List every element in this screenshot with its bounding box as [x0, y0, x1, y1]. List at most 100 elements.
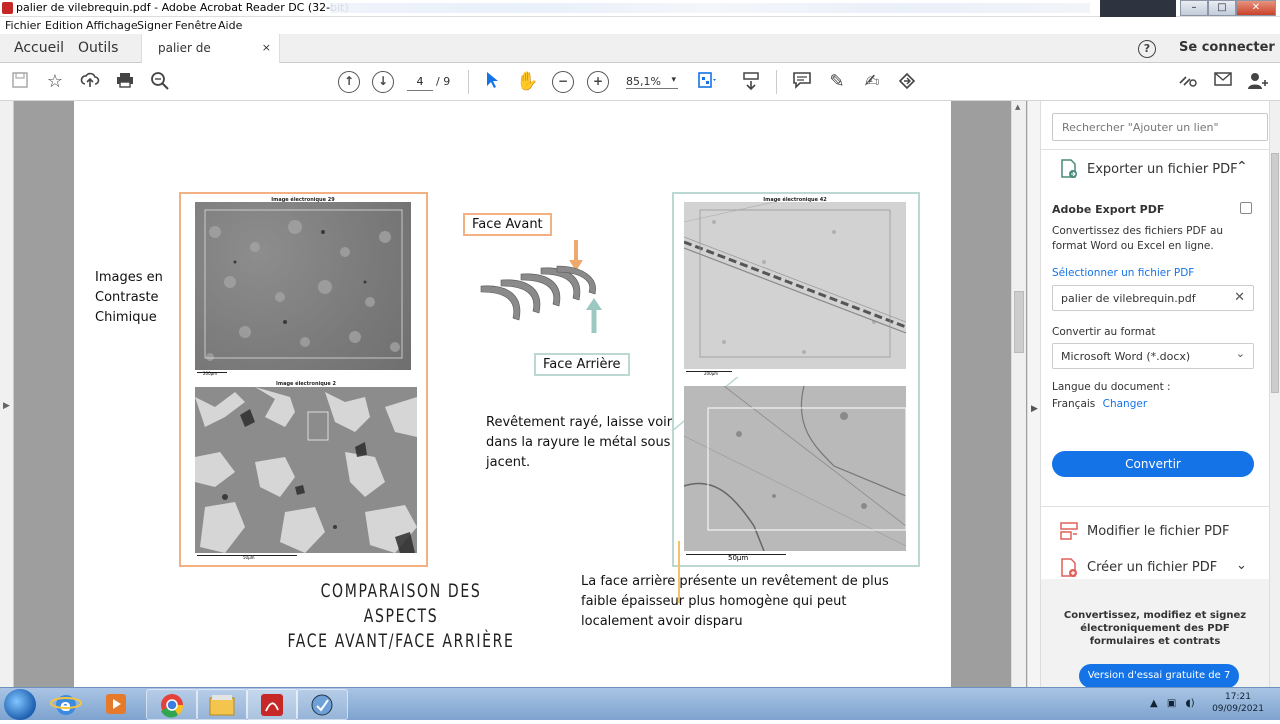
- system-tray[interactable]: ▲ ▣ ◖): [1150, 698, 1195, 709]
- tools-pane-scrollbar-thumb[interactable]: [1271, 153, 1279, 393]
- scroll-mode-icon[interactable]: [740, 71, 762, 93]
- language-row: Français Changer: [1052, 397, 1147, 412]
- add-user-icon[interactable]: [1247, 71, 1269, 93]
- copy-icon[interactable]: [1240, 202, 1252, 214]
- revetement-annotation: Revêtement rayé, laisse voir dans la ray…: [486, 415, 673, 470]
- tab-document[interactable]: palier de vilebrequi... ×: [141, 34, 280, 83]
- email-icon[interactable]: [1212, 71, 1234, 93]
- toolbar-divider: [776, 70, 777, 94]
- cloud-upload-icon[interactable]: [79, 71, 101, 93]
- menu-edition[interactable]: Edition: [45, 19, 83, 32]
- zoom-in-icon[interactable]: +: [587, 71, 609, 93]
- search-icon[interactable]: [149, 71, 171, 93]
- tools-pane-scrollbar[interactable]: [1269, 101, 1280, 687]
- tools-search-input[interactable]: Rechercher "Ajouter un lien": [1052, 113, 1268, 141]
- chevron-down-icon: ▾: [671, 75, 676, 85]
- chevron-up-icon[interactable]: ⌃: [1236, 159, 1248, 175]
- close-window-button[interactable]: ✕: [1236, 0, 1276, 16]
- previous-page-icon[interactable]: ↑: [338, 71, 360, 93]
- zoom-level-value: 85,1%: [626, 75, 661, 88]
- scale-bar-strip: 200µm: [684, 369, 906, 377]
- taskbar-preview-strip: [1100, 0, 1176, 17]
- acrobat-taskbar-icon[interactable]: [246, 689, 298, 720]
- volume-icon[interactable]: ◖): [1186, 698, 1195, 709]
- remove-file-icon[interactable]: ✕: [1234, 290, 1245, 305]
- chevron-down-icon[interactable]: ⌄: [1236, 558, 1247, 573]
- hand-tool-icon[interactable]: ✋: [516, 71, 538, 93]
- selected-file-field[interactable]: palier de vilebrequin.pdf ✕: [1052, 285, 1254, 311]
- close-tab-icon[interactable]: ×: [262, 34, 271, 62]
- expand-left-pane-icon[interactable]: ▶: [3, 401, 10, 411]
- zoom-level-select[interactable]: 85,1% ▾: [626, 75, 678, 89]
- left-navigation-pane[interactable]: ▶: [0, 101, 14, 687]
- chrome-icon[interactable]: [146, 689, 198, 720]
- promo-text: Convertissez, modifiez et signez électro…: [1063, 610, 1247, 647]
- export-pdf-header[interactable]: Exporter un fichier PDF: [1087, 162, 1238, 177]
- file-explorer-icon[interactable]: [196, 689, 248, 720]
- convert-button[interactable]: Convertir: [1052, 451, 1254, 477]
- maximize-button[interactable]: □: [1208, 0, 1236, 16]
- scale-bar-strip: 50µm: [195, 553, 417, 562]
- start-button[interactable]: [4, 689, 36, 720]
- menu-bar: Fichier Edition Affichage Signer Fenêtre…: [0, 17, 1280, 34]
- taskbar-clock[interactable]: 17:21 09/09/2021: [1208, 691, 1268, 715]
- window-title: palier de vilebrequin.pdf - Adobe Acroba…: [16, 1, 349, 14]
- tab-outils[interactable]: Outils: [78, 34, 118, 63]
- face-avant-label: Face Avant: [463, 213, 552, 236]
- scale-bar-strip: 50µm: [684, 551, 906, 565]
- comment-icon[interactable]: [791, 71, 813, 93]
- menu-fenetre[interactable]: Fenêtre: [175, 19, 217, 32]
- format-select[interactable]: Microsoft Word (*.docx) ⌄: [1052, 343, 1254, 369]
- bookmark-star-icon[interactable]: ☆: [44, 71, 66, 93]
- share-link-icon[interactable]: [1177, 71, 1199, 93]
- menu-fichier[interactable]: Fichier: [5, 19, 41, 32]
- help-icon[interactable]: ?: [1138, 40, 1156, 58]
- next-page-icon[interactable]: ↓: [372, 71, 394, 93]
- show-hidden-icons-icon[interactable]: ▲: [1150, 698, 1158, 709]
- menu-aide[interactable]: Aide: [218, 19, 242, 32]
- page-total: / 9: [436, 75, 451, 88]
- page-number-input[interactable]: 4: [407, 73, 433, 91]
- divider: [1041, 506, 1269, 507]
- face-arriere-label: Face Arrière: [534, 353, 630, 376]
- tab-accueil[interactable]: Accueil: [14, 34, 64, 63]
- free-trial-button[interactable]: Version d'essai gratuite de 7 jours: [1079, 664, 1239, 705]
- clock-time: 17:21: [1225, 692, 1251, 702]
- network-icon[interactable]: ▣: [1167, 698, 1176, 709]
- save-icon[interactable]: [9, 71, 31, 93]
- print-icon[interactable]: [114, 71, 136, 93]
- highlight-pen-icon[interactable]: ✎: [826, 71, 848, 93]
- utility-app-icon[interactable]: [296, 689, 348, 720]
- sem-caption: Image électronique 42: [763, 197, 827, 203]
- minimize-button[interactable]: –: [1180, 0, 1208, 16]
- pdf-page: Images en Contraste Chimique Image élect…: [74, 101, 951, 687]
- create-pdf-tool[interactable]: Créer un fichier PDF: [1087, 560, 1217, 575]
- menu-signer[interactable]: Signer: [137, 19, 172, 32]
- signin-button[interactable]: Se connecter: [1179, 40, 1275, 55]
- right-pane-toggle[interactable]: ▶: [1027, 101, 1041, 687]
- select-pdf-link[interactable]: Sélectionner un fichier PDF: [1052, 266, 1194, 281]
- document-scrollbar[interactable]: ▲: [1011, 101, 1026, 687]
- select-cursor-icon[interactable]: [481, 71, 503, 93]
- toolbar: ☆ ↑ ↓ 4 / 9 ✋ − + 85,1% ▾ ✎ ✍: [0, 63, 1280, 101]
- acrobat-app-icon: [2, 2, 13, 14]
- fill-sign-icon[interactable]: [896, 71, 918, 93]
- internet-explorer-icon[interactable]: e: [46, 689, 96, 720]
- collapse-right-pane-icon[interactable]: ▶: [1031, 404, 1038, 414]
- menu-affichage[interactable]: Affichage: [86, 19, 138, 32]
- change-language-link[interactable]: Changer: [1103, 398, 1148, 410]
- clock-date: 09/09/2021: [1212, 704, 1264, 714]
- scroll-up-icon[interactable]: ▲: [1015, 103, 1020, 111]
- selected-file-name: palier de vilebrequin.pdf: [1061, 292, 1196, 305]
- page-title: COMPARAISON DES ASPECTS FACE AVANT/FACE …: [282, 579, 520, 654]
- zoom-out-icon[interactable]: −: [552, 71, 574, 93]
- format-select-value: Microsoft Word (*.docx): [1061, 350, 1191, 363]
- sem-image-42: [684, 202, 906, 369]
- sign-icon[interactable]: ✍: [861, 71, 883, 93]
- edit-pdf-tool[interactable]: Modifier le fichier PDF: [1087, 524, 1229, 539]
- background-browser-tabs: [330, 3, 1090, 13]
- export-description: Convertissez des fichiers PDF au format …: [1052, 225, 1224, 252]
- page-display-icon[interactable]: [697, 71, 719, 93]
- document-scrollbar-thumb[interactable]: [1014, 291, 1024, 353]
- media-player-icon[interactable]: [98, 689, 138, 720]
